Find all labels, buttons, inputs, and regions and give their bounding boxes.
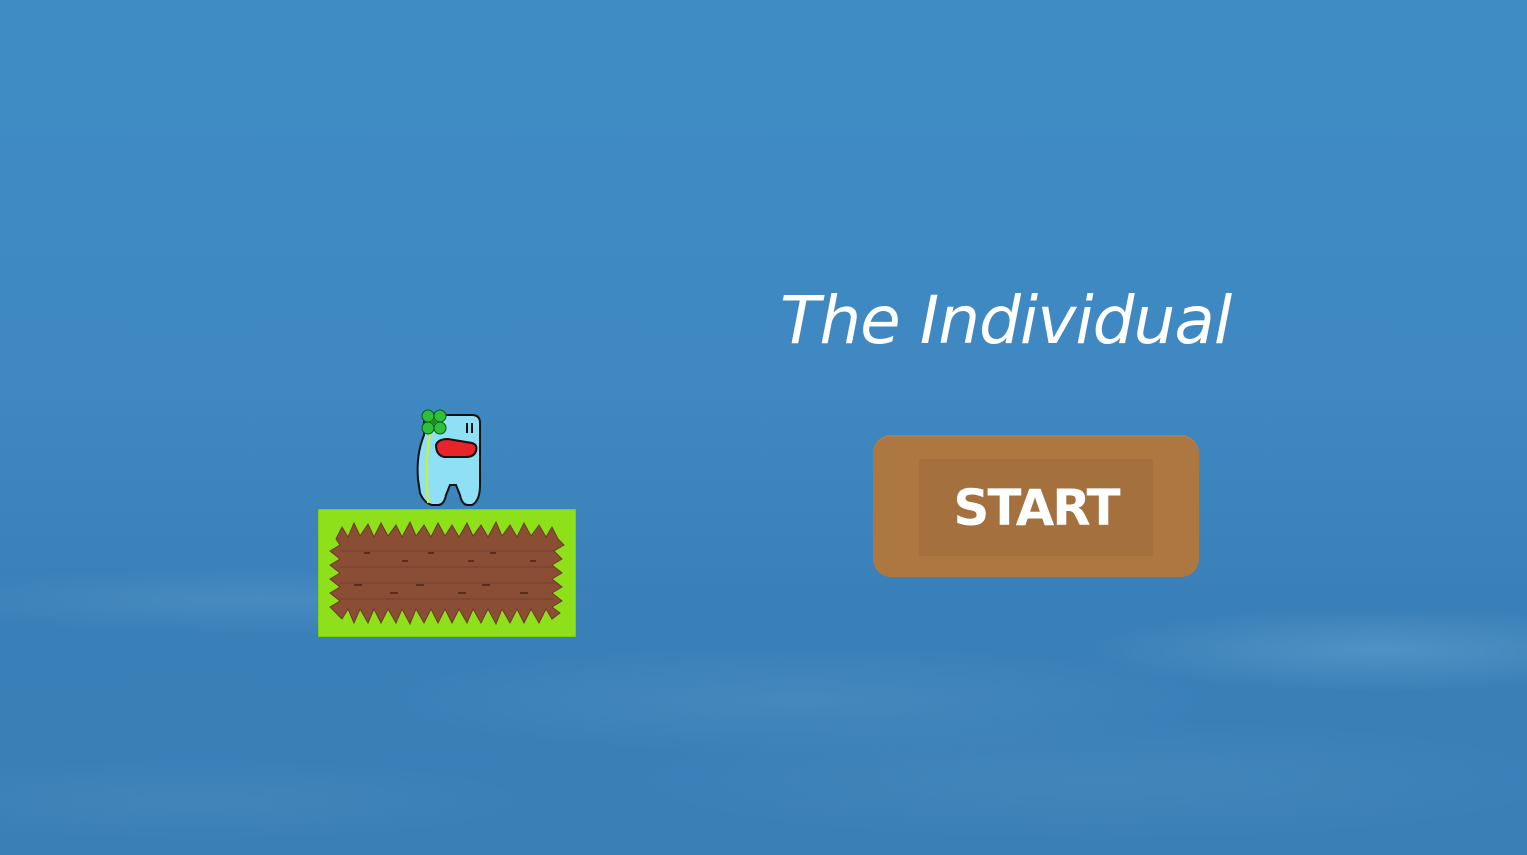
- sky-background: [0, 0, 1527, 855]
- start-button-label: START: [953, 478, 1120, 537]
- start-button[interactable]: START: [873, 435, 1199, 577]
- clover-icon: [421, 409, 447, 435]
- start-button-inner[interactable]: START: [919, 459, 1153, 556]
- grass-platform: [318, 509, 576, 637]
- game-scene: The Individual START: [0, 0, 1527, 855]
- game-title: The Individual: [780, 282, 1232, 359]
- dirt-patch: [329, 520, 565, 626]
- player-character: [416, 409, 481, 506]
